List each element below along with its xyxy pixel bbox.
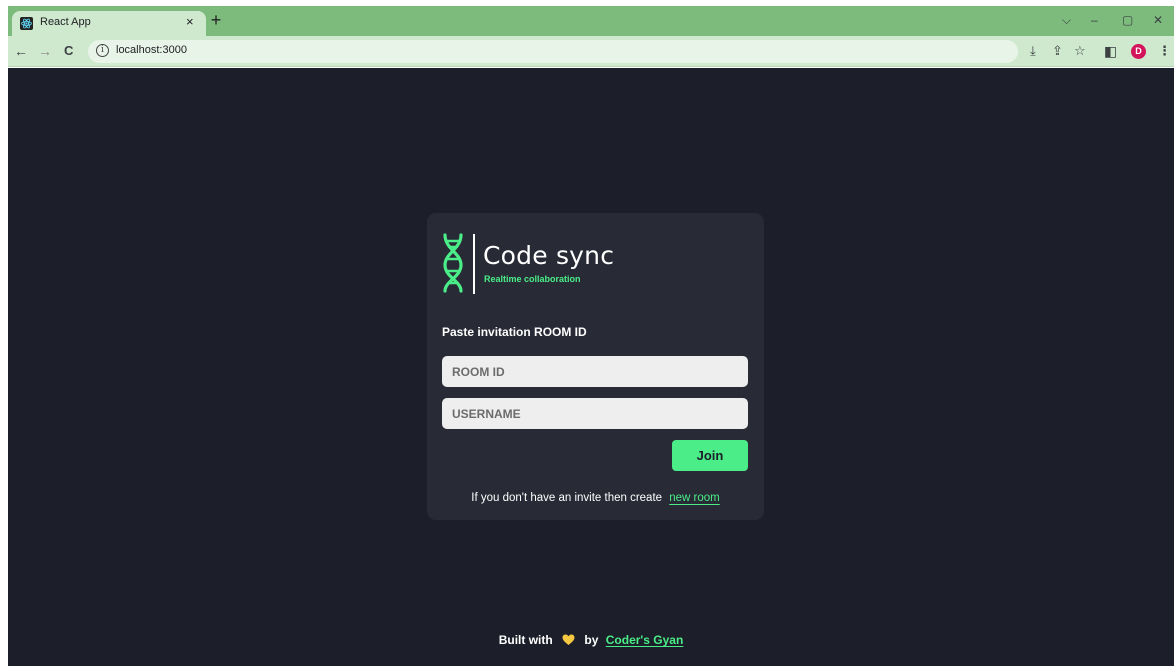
tab-close-icon[interactable]: × [186,14,194,30]
footer-by: by [584,633,599,647]
react-favicon-icon [20,17,33,30]
back-button[interactable]: ← [14,42,28,60]
browser-toolbar: ← → C i localhost:3000 ⤓ ⇪ ☆ ◧ D ⋮ [8,36,1174,67]
invite-label: If you don't have an invite then create [471,492,663,504]
browser-window: React App × + ⌵ – ▢ ✕ ← → C i localhost:… [8,6,1174,666]
logo-divider [473,234,475,294]
tab-strip: React App × + ⌵ – ▢ ✕ [8,6,1174,36]
site-info-icon[interactable]: i [96,44,109,57]
page-footer: Built with by Coder's Gyan [8,633,1174,649]
url-text: localhost:3000 [116,44,187,56]
share-icon[interactable]: ⇪ [1052,43,1063,59]
tab-search-icon[interactable]: ⌵ [1062,12,1071,28]
join-card: Code sync Realtime collaboration Paste i… [427,213,764,520]
join-button[interactable]: Join [672,440,748,471]
invite-text: If you don't have an invite then create … [427,492,764,504]
restore-button[interactable]: ▢ [1122,12,1133,28]
bookmark-star-icon[interactable]: ☆ [1074,43,1086,59]
profile-avatar[interactable]: D [1131,44,1146,59]
heart-icon [562,634,575,649]
minimize-button[interactable]: – [1091,12,1098,28]
install-app-icon[interactable]: ⤓ [1030,43,1036,59]
side-panel-icon[interactable]: ◧ [1104,43,1117,59]
dna-icon [443,233,463,293]
room-id-input[interactable] [442,356,748,387]
close-window-button[interactable]: ✕ [1153,12,1163,28]
page-content: Code sync Realtime collaboration Paste i… [8,68,1174,666]
new-room-link[interactable]: new room [669,492,720,504]
tab-title: React App [40,16,91,28]
card-heading: Paste invitation ROOM ID [442,325,587,339]
username-input[interactable] [442,398,748,429]
address-bar[interactable]: i localhost:3000 [88,40,1018,63]
logo-subtitle: Realtime collaboration [484,274,581,284]
tab-react-app[interactable]: React App × [12,11,206,36]
browser-menu-icon[interactable]: ⋮ [1158,43,1171,59]
new-tab-button[interactable]: + [206,10,226,30]
footer-built-with: Built with [498,633,553,647]
logo-title: Code sync [483,241,615,270]
app-logo: Code sync Realtime collaboration [441,231,641,295]
author-link[interactable]: Coder's Gyan [606,633,684,647]
reload-button[interactable]: C [64,42,73,60]
forward-button[interactable]: → [38,42,52,60]
